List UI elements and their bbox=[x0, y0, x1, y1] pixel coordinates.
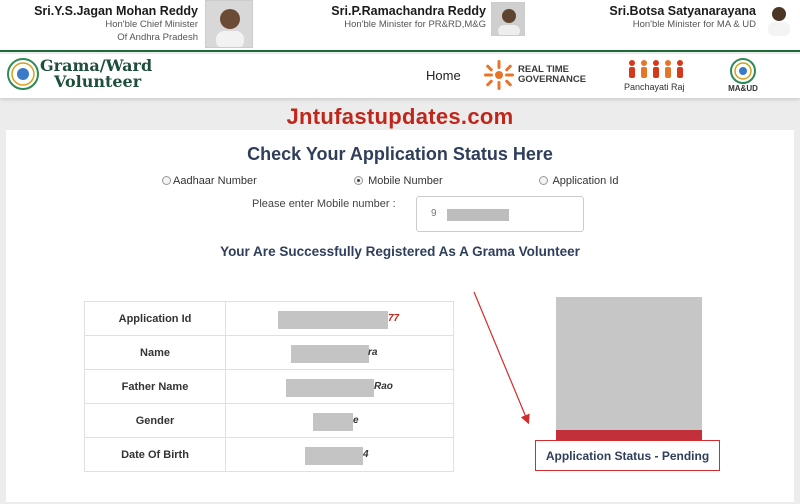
minister-photo bbox=[205, 0, 253, 48]
minister-cm: Sri.Y.S.Jagan Mohan Reddy Hon'ble Chief … bbox=[8, 4, 198, 44]
ap-emblem-icon bbox=[6, 57, 40, 91]
annotation-arrow-icon bbox=[473, 291, 530, 425]
maud-emblem-icon bbox=[730, 58, 756, 84]
minister-photo bbox=[491, 2, 525, 36]
minister-role: Of Andhra Pradesh bbox=[117, 32, 198, 43]
minister-role: Hon'ble Minister for MA & UD bbox=[632, 19, 756, 30]
minister-name: Sri.Y.S.Jagan Mohan Reddy bbox=[34, 4, 198, 18]
brand-line2: Volunteer bbox=[54, 72, 142, 91]
people-icon bbox=[629, 60, 683, 78]
nav-home-link[interactable]: Home bbox=[426, 68, 461, 83]
minister-name: Sri.P.Ramachandra Reddy bbox=[331, 4, 486, 18]
rtg-label: REAL TIME GOVERNANCE bbox=[518, 65, 586, 85]
navbar: Grama/Ward Volunteer Home REAL TIME GOVE… bbox=[0, 54, 800, 98]
rtg-logo[interactable]: REAL TIME GOVERNANCE bbox=[482, 58, 594, 92]
watermark-text: Jntufastupdates.com bbox=[286, 104, 514, 129]
panchayati-raj-logo[interactable]: Panchayati Raj bbox=[624, 58, 692, 94]
brand-logo[interactable]: Grama/Ward Volunteer bbox=[40, 58, 152, 90]
page: Sri.Y.S.Jagan Mohan Reddy Hon'ble Chief … bbox=[0, 0, 800, 504]
rtg-icon bbox=[484, 60, 514, 90]
minister-role: Hon'ble Minister for PR&RD,M&G bbox=[344, 19, 486, 30]
minister-photo bbox=[762, 2, 796, 36]
ministers-header: Sri.Y.S.Jagan Mohan Reddy Hon'ble Chief … bbox=[0, 0, 800, 52]
maud-label: MA&UD bbox=[728, 84, 758, 93]
status-card: Check Your Application Status Here Aadha… bbox=[6, 130, 794, 502]
minister-maud: Sri.Botsa Satyanarayana Hon'ble Minister… bbox=[570, 4, 756, 31]
panchayati-raj-label: Panchayati Raj bbox=[624, 82, 685, 92]
minister-name: Sri.Botsa Satyanarayana bbox=[609, 4, 756, 18]
rtg-label-line2: GOVERNANCE bbox=[518, 74, 587, 85]
maud-logo[interactable]: MA&UD bbox=[726, 57, 760, 95]
minister-pr: Sri.P.Ramachandra Reddy Hon'ble Minister… bbox=[300, 4, 486, 31]
minister-role: Hon'ble Chief Minister bbox=[105, 19, 198, 30]
